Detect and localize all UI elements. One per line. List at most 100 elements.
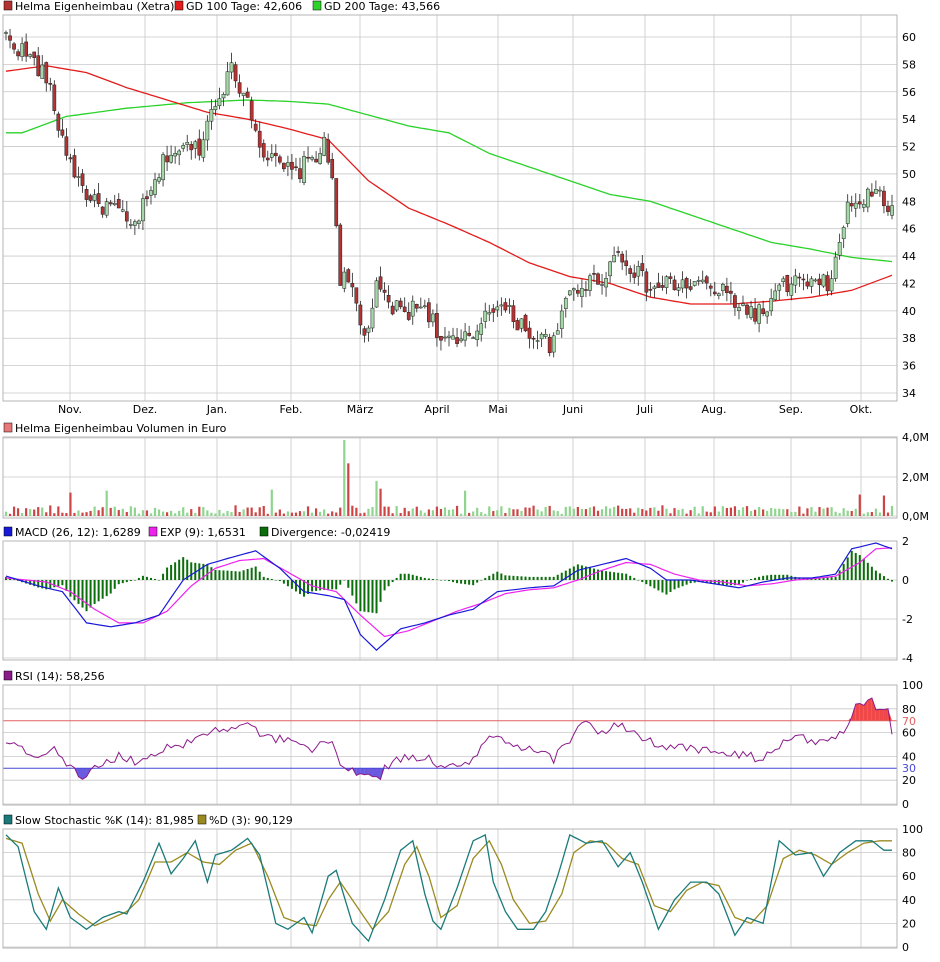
macd-histogram-bar	[408, 574, 410, 580]
volume-bar	[573, 509, 575, 516]
macd-histogram-bar	[154, 579, 156, 580]
month-label-0: Nov.	[58, 403, 82, 416]
candle	[492, 309, 495, 313]
volume-bar	[750, 511, 752, 516]
volume-bar	[122, 509, 124, 516]
macd-histogram-bar	[561, 573, 563, 580]
volume-bar	[488, 506, 490, 516]
candle	[576, 290, 579, 293]
candle	[733, 295, 736, 307]
candle	[101, 207, 104, 214]
macd-histogram-bar	[609, 572, 611, 580]
volume-bar	[130, 506, 132, 516]
macd-histogram-bar	[629, 576, 631, 580]
candle	[371, 308, 374, 328]
volume-bar	[295, 513, 297, 516]
macd-histogram-bar	[331, 580, 333, 589]
candle	[125, 212, 128, 221]
volume-bar	[541, 511, 543, 516]
volume-bar	[520, 511, 522, 516]
macd-histogram-bar	[625, 574, 627, 580]
volume-bar	[545, 507, 547, 516]
volume-bar	[782, 509, 784, 516]
volume-bar	[847, 511, 849, 516]
volume-bar	[416, 507, 418, 516]
candle	[165, 156, 168, 162]
candle	[472, 338, 475, 339]
candle	[770, 298, 773, 310]
macd-histogram-bar	[601, 571, 603, 580]
macd-histogram-bar	[363, 580, 365, 612]
legend-swatch-stoch-k	[4, 815, 12, 824]
macd-histogram-bar	[855, 553, 857, 580]
candle	[834, 257, 837, 278]
volume-bar	[89, 511, 91, 516]
candle	[544, 334, 547, 336]
month-label-11: Okt.	[850, 403, 873, 416]
volume-bar	[718, 512, 720, 516]
volume-bar	[319, 512, 321, 516]
candle	[701, 280, 704, 282]
volume-bar	[432, 510, 434, 516]
candle	[866, 189, 869, 207]
month-label-8: Juli	[636, 403, 653, 416]
macd-histogram-bar	[621, 573, 623, 580]
volume-bar	[597, 511, 599, 516]
legend-stock-name: Helma Eigenheimbau (Xetra)	[15, 0, 174, 13]
candle	[214, 106, 217, 109]
candle	[858, 202, 861, 204]
candle	[29, 55, 32, 57]
macd-histogram-bar	[444, 580, 446, 581]
y-tick-58: 58	[902, 58, 916, 71]
macd-histogram-bar	[53, 580, 55, 587]
volume-bar	[218, 510, 220, 516]
volume-bar	[98, 510, 100, 516]
volume-bar	[524, 507, 526, 516]
macd-histogram-bar	[613, 572, 615, 580]
volume-bar	[468, 513, 470, 516]
macd-histogram-bar	[436, 579, 438, 580]
candle	[826, 276, 829, 291]
candle	[645, 272, 648, 292]
macd-histogram-bar	[235, 571, 237, 580]
volume-bar	[698, 513, 700, 516]
macd-histogram-bar	[166, 568, 168, 580]
candle	[383, 290, 386, 292]
volume-bar	[17, 508, 19, 516]
macd-histogram-bar	[617, 573, 619, 580]
candle	[806, 282, 809, 286]
volume-bar	[657, 511, 659, 516]
legend-divergence: Divergence: -0,02419	[271, 526, 390, 539]
macd-histogram-bar	[259, 572, 261, 580]
candle	[625, 261, 628, 266]
volume-bar	[311, 513, 313, 516]
candle	[302, 156, 305, 182]
volume-bar	[94, 507, 96, 516]
candle	[262, 143, 265, 157]
candle	[451, 336, 454, 339]
candle	[721, 284, 724, 290]
volume-bar	[142, 510, 144, 516]
macd-histogram-bar	[400, 574, 402, 580]
volume-bar	[690, 510, 692, 516]
volume-bar	[802, 514, 804, 516]
candle	[850, 203, 853, 206]
volume-bar	[118, 510, 120, 516]
volume-bar	[863, 514, 865, 516]
volume-bar	[710, 512, 712, 516]
volume-bar	[186, 513, 188, 516]
volume-bar	[412, 508, 414, 516]
candle	[133, 222, 136, 226]
candle	[653, 287, 656, 289]
candle	[435, 313, 438, 337]
volume-bar	[565, 507, 567, 516]
volume-bar	[375, 481, 377, 516]
macd-histogram-bar	[319, 580, 321, 590]
volume-bar	[883, 496, 885, 516]
volume-bar	[806, 508, 808, 516]
y-tick-54: 54	[902, 113, 916, 126]
macd-histogram-bar	[670, 580, 672, 592]
candle	[315, 159, 318, 162]
volume-bar	[887, 513, 889, 516]
volume-bar	[649, 508, 651, 516]
